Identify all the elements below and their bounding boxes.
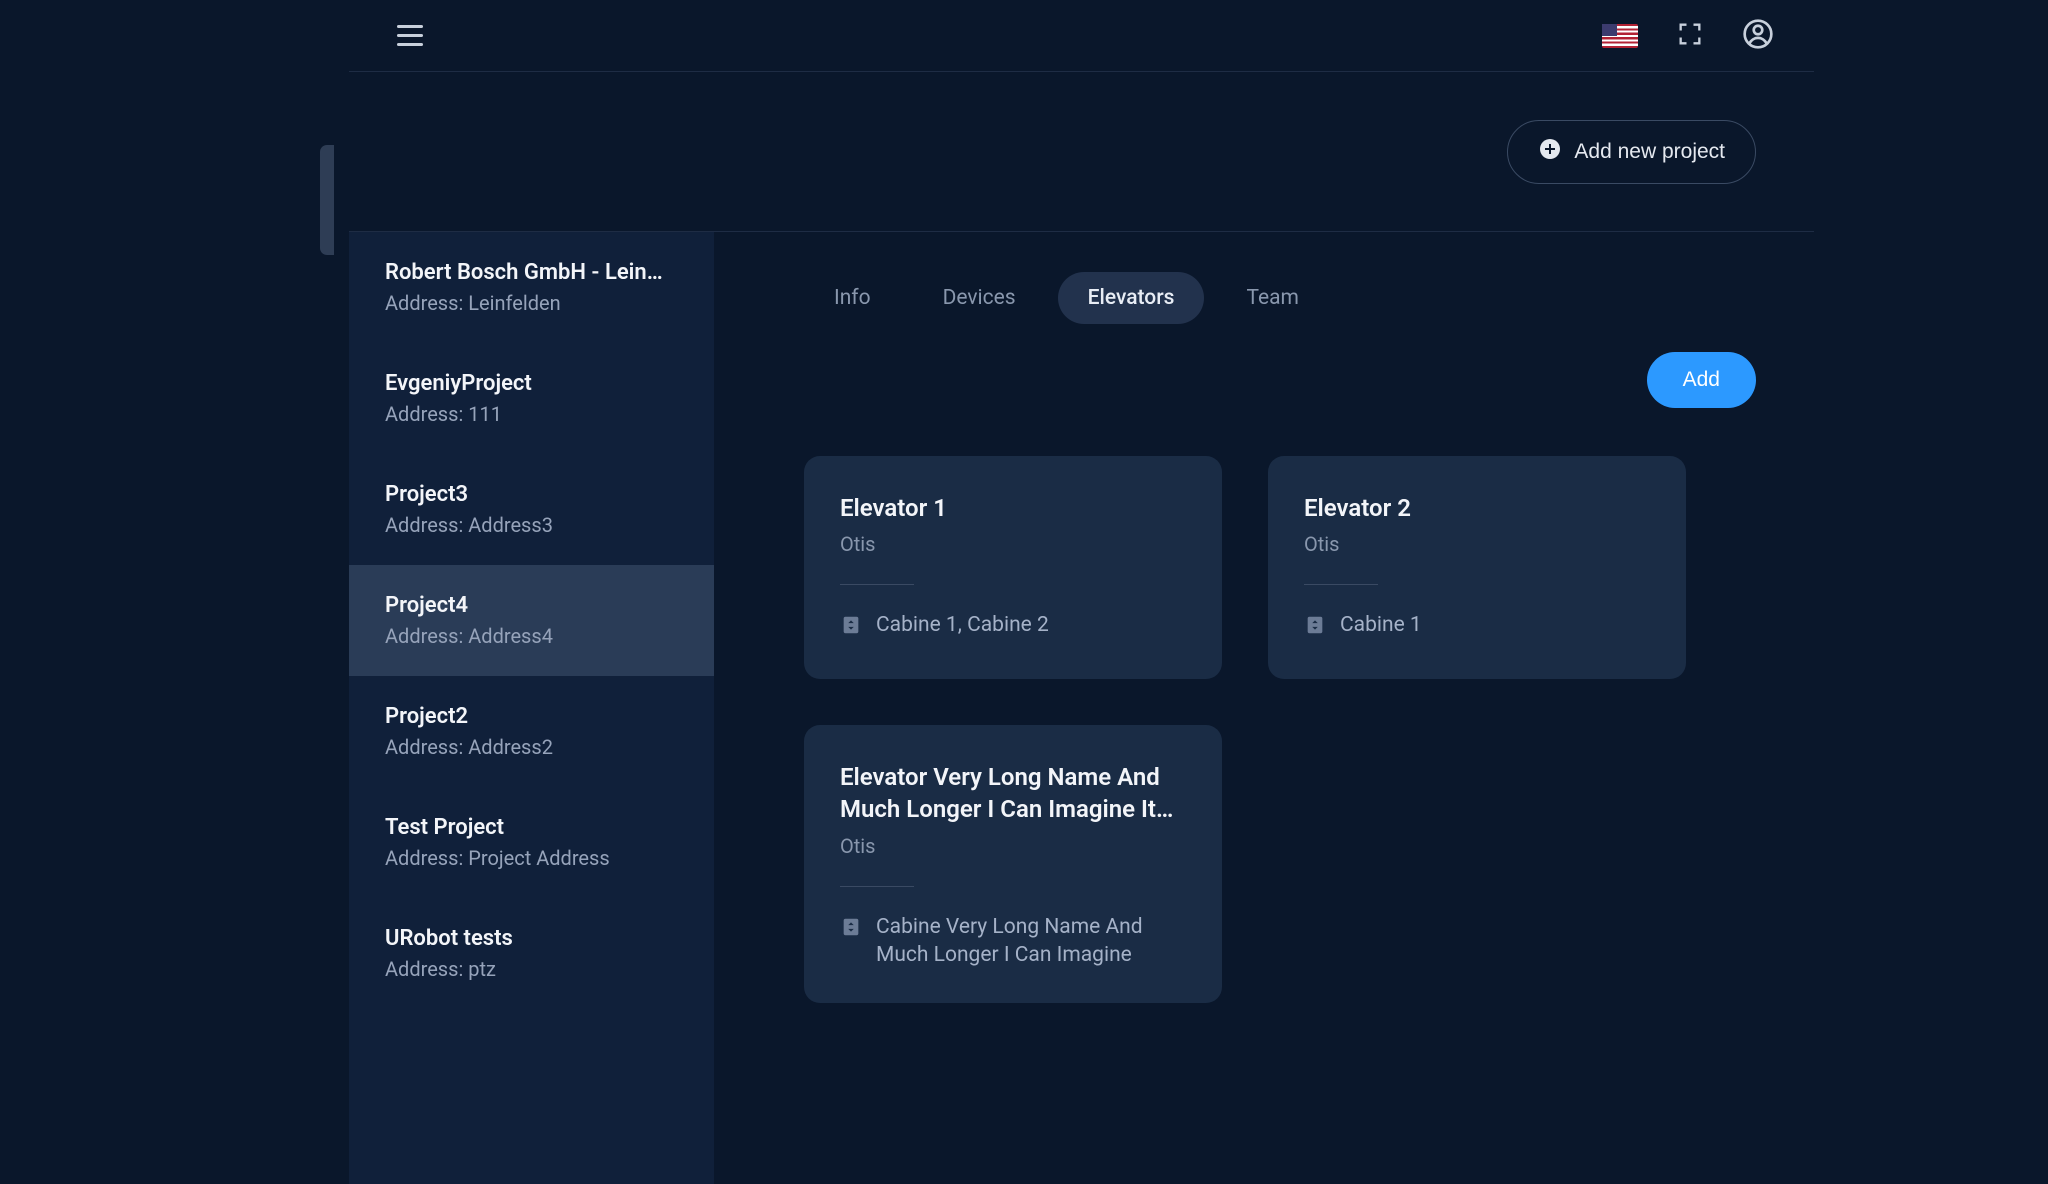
project-address: Address: Address3	[385, 513, 678, 537]
add-elevator-button[interactable]: Add	[1647, 352, 1756, 408]
scroll-indicator	[320, 145, 334, 255]
cabin-row: Cabine 1	[1304, 611, 1650, 644]
tab-devices[interactable]: Devices	[913, 272, 1046, 324]
elevator-card[interactable]: Elevator 1 Otis Cabine 1, Cabine 2	[804, 456, 1222, 679]
tab-elevators[interactable]: Elevators	[1058, 272, 1205, 324]
account-icon[interactable]	[1742, 18, 1774, 54]
project-name: Project3	[385, 482, 678, 507]
sidebar-item-project[interactable]: Robert Bosch GmbH - Lein… Address: Leinfe…	[349, 232, 714, 343]
elevator-vendor: Otis	[840, 834, 1186, 858]
card-divider	[840, 584, 914, 585]
project-name: Robert Bosch GmbH - Lein…	[385, 260, 678, 285]
elevator-grid: Elevator 1OtisCabine 1, Cabine 2Elevator…	[804, 456, 1756, 1003]
elevator-icon	[1304, 611, 1326, 644]
elevator-name: Elevator 1	[840, 492, 1186, 524]
add-label: Add	[1683, 368, 1720, 391]
project-name: URobot tests	[385, 926, 678, 951]
sidebar-item-project[interactable]: Project4 Address: Address4	[349, 565, 714, 676]
project-name: Project4	[385, 593, 678, 618]
language-flag-us[interactable]	[1602, 24, 1638, 48]
cabin-row: Cabine Very Long Name And Much Longer I …	[840, 913, 1186, 970]
topbar-right	[1602, 18, 1774, 54]
project-name: Test Project	[385, 815, 678, 840]
add-row: Add	[804, 352, 1756, 408]
card-divider	[840, 886, 914, 887]
sidebar-item-project[interactable]: Test Project Address: Project Address	[349, 787, 714, 898]
elevator-icon	[840, 913, 862, 946]
project-address: Address: Address4	[385, 624, 678, 648]
project-address: Address: ptz	[385, 957, 678, 981]
tabs: InfoDevicesElevatorsTeam	[804, 272, 1756, 324]
sidebar-item-project[interactable]: EvgeniyProject Address: 111	[349, 343, 714, 454]
right-gutter	[1814, 0, 2048, 1184]
elevator-vendor: Otis	[1304, 532, 1650, 556]
project-name: EvgeniyProject	[385, 371, 678, 396]
project-name: Project2	[385, 704, 678, 729]
cabin-list: Cabine Very Long Name And Much Longer I …	[876, 913, 1186, 970]
cabin-row: Cabine 1, Cabine 2	[840, 611, 1186, 644]
project-sidebar: Robert Bosch GmbH - Lein… Address: Leinfe…	[349, 232, 714, 1184]
add-project-button[interactable]: Add new project	[1507, 120, 1756, 184]
project-address: Address: Project Address	[385, 846, 678, 870]
topbar	[349, 0, 1814, 72]
tab-info[interactable]: Info	[804, 272, 901, 324]
add-project-label: Add new project	[1574, 140, 1725, 164]
elevator-icon	[840, 611, 862, 644]
elevator-vendor: Otis	[840, 532, 1186, 556]
subheader: Add new project	[349, 72, 1814, 232]
plus-circle-icon	[1538, 137, 1562, 167]
elevator-name: Elevator 2	[1304, 492, 1650, 524]
tab-team[interactable]: Team	[1216, 272, 1329, 324]
elevator-card[interactable]: Elevator Very Long Name And Much Longer …	[804, 725, 1222, 1003]
fullscreen-icon[interactable]	[1676, 20, 1704, 52]
project-address: Address: 111	[385, 402, 678, 426]
left-gutter	[0, 0, 349, 1184]
menu-button[interactable]	[389, 17, 431, 54]
elevator-name: Elevator Very Long Name And Much Longer …	[840, 761, 1186, 826]
card-divider	[1304, 584, 1378, 585]
project-address: Address: Leinfelden	[385, 291, 678, 315]
sidebar-item-project[interactable]: Project3 Address: Address3	[349, 454, 714, 565]
content-area: InfoDevicesElevatorsTeam Add Elevator 1 O…	[714, 232, 1814, 1184]
cabin-list: Cabine 1	[1340, 611, 1422, 639]
sidebar-item-project[interactable]: Project2 Address: Address2	[349, 676, 714, 787]
elevator-card[interactable]: Elevator 2 Otis Cabine 1	[1268, 456, 1686, 679]
project-address: Address: Address2	[385, 735, 678, 759]
cabin-list: Cabine 1, Cabine 2	[876, 611, 1049, 639]
sidebar-item-project[interactable]: URobot tests Address: ptz	[349, 898, 714, 1009]
